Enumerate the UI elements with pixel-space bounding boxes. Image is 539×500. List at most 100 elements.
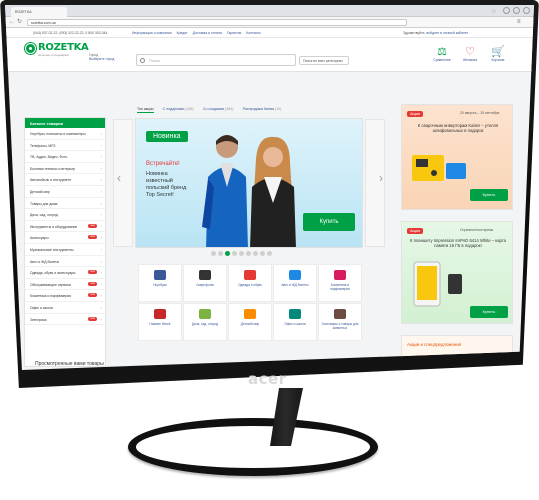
sidebar-item[interactable]: Аксессуары new › xyxy=(25,232,105,244)
phone-numbers: (044) 537-02-22, (093) 322-22-22, 0 800 … xyxy=(33,31,108,35)
chevron-right-icon: › xyxy=(100,246,102,252)
category-label: Офис и школа xyxy=(284,322,306,326)
category-tile[interactable]: Смартфоны xyxy=(183,264,227,302)
carousel-dot[interactable] xyxy=(239,251,244,256)
chevron-right-icon: › xyxy=(100,316,102,322)
sidebar-item[interactable]: ТВ, Аудио, Видео, Фото › xyxy=(25,151,105,163)
category-tile[interactable]: Авто и ЖД билеты xyxy=(273,264,317,302)
top-info-strip: (044) 537-02-22, (093) 322-22-22, 0 800 … xyxy=(5,28,534,38)
top-link-about[interactable]: Информация о компании xyxy=(132,31,172,35)
top-link-credit[interactable]: Кредит xyxy=(177,31,188,35)
top-link-warranty[interactable]: Гарантия xyxy=(227,31,241,35)
promo-banner-tablet[interactable]: Акция Ограниченное время К планшету Impr… xyxy=(401,221,513,324)
sidebar-item[interactable]: Телефоны, MP3 › xyxy=(25,140,105,152)
catalog-title[interactable]: Каталог товаров xyxy=(25,118,105,128)
banner-buy-button[interactable]: Купить xyxy=(470,189,508,201)
carousel-dot[interactable] xyxy=(211,251,216,256)
category-tile[interactable]: Дача, сад, огород xyxy=(183,303,227,341)
promo-banner-welding[interactable]: Акция 20 августа – 15 сентября К сварочн… xyxy=(401,104,513,210)
close-icon[interactable] xyxy=(523,7,530,14)
menu-icon[interactable]: ≡ xyxy=(517,19,521,25)
search-input[interactable]: Поиск xyxy=(136,54,296,66)
banner-buy-button[interactable]: Купить xyxy=(470,306,508,318)
category-icon xyxy=(289,309,301,319)
wishlist-button[interactable]: ♡ Желания xyxy=(457,46,483,62)
address-bar[interactable]: rozetka.com.ua xyxy=(27,19,407,26)
tab-with-gifts[interactable]: С подарками (166) xyxy=(163,106,194,112)
compare-label: Сравнение xyxy=(433,58,451,62)
sidebar-item[interactable]: Косметика и парфюмерия new › xyxy=(25,290,105,302)
sidebar-item[interactable]: Дача, сад, огород › xyxy=(25,209,105,221)
sidebar-item[interactable]: Музыкальные инструменты › xyxy=(25,244,105,256)
chevron-right-icon: › xyxy=(100,177,102,183)
bookmark-star-icon[interactable]: ☆ xyxy=(491,8,496,15)
logo-mark-icon xyxy=(25,43,36,54)
compare-button[interactable]: ⚖ Сравнение xyxy=(429,46,455,62)
reload-icon[interactable]: ↻ xyxy=(17,19,22,26)
carousel-dot[interactable] xyxy=(260,251,265,256)
tab-top-offers[interactable]: Топ акции xyxy=(137,106,154,113)
category-label: Ноутбуки xyxy=(153,283,167,287)
tab-discounts[interactable]: Со скидками (384) xyxy=(203,106,234,112)
carousel-buy-button[interactable]: Купить xyxy=(303,213,355,231)
sidebar-item-label: Автомобиль и инструмент xyxy=(30,178,72,183)
tab-kyiv-sale[interactable]: Распродажа Киева (10) xyxy=(243,106,282,112)
category-tile[interactable]: Косметика и парфюмерия xyxy=(318,264,362,302)
carousel-prev-card[interactable] xyxy=(113,119,133,247)
category-label: Детский мир xyxy=(240,322,260,326)
promo-carousel[interactable]: Новинка Встречайте! Новинка известный по… xyxy=(135,118,363,248)
carousel-next-arrow-icon[interactable]: › xyxy=(379,171,383,185)
top-link-contacts[interactable]: Контакты xyxy=(246,31,261,35)
sidebar-item[interactable]: Электрика new › xyxy=(25,314,105,326)
sidebar-item[interactable]: Ноутбуки, планшеты и компьютеры › xyxy=(25,128,105,140)
search-icon xyxy=(140,58,145,63)
login-link[interactable]: войдите в личный кабинет xyxy=(426,31,468,35)
top-link-delivery[interactable]: Доставка и оплата xyxy=(193,31,222,35)
sidebar-item[interactable]: Инструменты и оборудование new › xyxy=(25,221,105,233)
carousel-dot[interactable] xyxy=(232,251,237,256)
tab-label: Со скидками xyxy=(202,107,225,111)
minimize-icon[interactable] xyxy=(503,7,510,14)
sidebar-item[interactable]: Бытовая техника и интерьер › xyxy=(25,163,105,175)
category-tile[interactable]: Офис и школа xyxy=(273,303,317,341)
browser-tab[interactable]: ROZETKA xyxy=(11,7,67,17)
category-tile[interactable]: Нижнее бельё xyxy=(138,303,182,341)
carousel-dot[interactable] xyxy=(246,251,251,256)
category-tile[interactable]: Детский мир xyxy=(228,303,272,341)
chevron-right-icon: › xyxy=(100,188,102,194)
sidebar-item[interactable]: Товары для дома › xyxy=(25,198,105,210)
sidebar-item[interactable]: Автомобиль и инструмент › xyxy=(25,174,105,186)
sidebar-item[interactable]: Офис и школа › xyxy=(25,302,105,314)
new-badge: new xyxy=(88,235,97,240)
category-tile[interactable]: Зоотовары и товары для животных xyxy=(318,303,362,341)
sidebar-item[interactable]: Обслуживающее сервисы new › xyxy=(25,279,105,291)
sidebar-item-label: Телефоны, MP3 xyxy=(30,143,56,148)
wishlist-label: Желания xyxy=(462,58,478,62)
carousel-dot[interactable] xyxy=(253,251,258,256)
carousel-prev-arrow-icon[interactable]: ‹ xyxy=(117,171,121,185)
search-category-select[interactable]: Поиск во всех категориях xyxy=(299,56,349,65)
sidebar-item[interactable]: Авто и ЖД билеты › xyxy=(25,256,105,268)
banner-title: К планшету Impression ImPAD 6414 White –… xyxy=(409,238,506,248)
back-arrow-icon[interactable]: ← xyxy=(9,19,15,26)
city-selector[interactable]: Город Выберите город xyxy=(89,53,114,61)
tablet-image xyxy=(413,261,462,307)
catalog-sidebar: Каталог товаров Ноутбуки, планшеты и ком… xyxy=(24,117,106,367)
maximize-icon[interactable] xyxy=(513,7,520,14)
model-woman-image xyxy=(250,136,296,247)
cart-button[interactable]: 🛒 Корзина xyxy=(485,46,511,62)
category-tile[interactable]: Ноутбуки xyxy=(138,264,182,302)
category-icon xyxy=(199,270,211,280)
category-label: Авто и ЖД билеты xyxy=(281,283,309,287)
catalog-list: Ноутбуки, планшеты и компьютеры › Телефоны… xyxy=(25,128,105,326)
city-value[interactable]: Выберите город xyxy=(89,57,114,61)
action-date: 20 августа – 15 сентября xyxy=(460,111,500,115)
cart-icon: 🛒 xyxy=(491,46,505,58)
sidebar-item[interactable]: Детский мир › xyxy=(25,186,105,198)
carousel-dot[interactable] xyxy=(218,251,223,256)
chevron-right-icon: › xyxy=(100,212,102,218)
sidebar-item[interactable]: Одежда, обувь и аксессуары new › xyxy=(25,267,105,279)
category-tile[interactable]: Одежда и обувь xyxy=(228,264,272,302)
carousel-dot[interactable] xyxy=(267,251,272,256)
carousel-dot[interactable] xyxy=(225,251,230,256)
